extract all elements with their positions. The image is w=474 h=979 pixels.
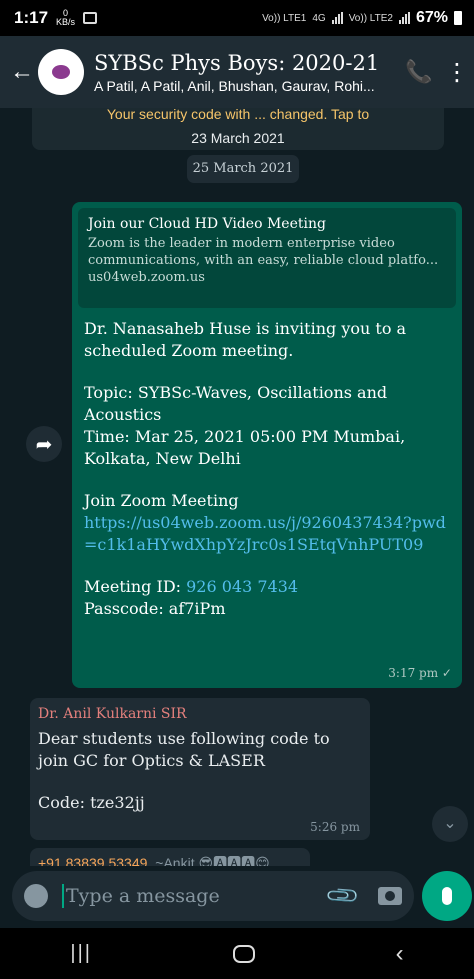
join-block: Join Zoom Meeting https://us04web.zoom.u… [84,490,450,556]
mic-button[interactable] [422,871,472,921]
battery-icon [454,11,462,25]
preview-title: Join our Cloud HD Video Meeting [88,216,326,232]
back-arrow-icon[interactable]: ← [10,58,36,86]
forward-icon[interactable]: ➦ [26,426,62,462]
incoming-text: Dear students use following code to join… [38,728,362,814]
outgoing-timestamp: 3:17 pm ✓ [388,666,452,680]
invite-line: Dr. Nanasaheb Huse is inviting you to a … [84,319,407,360]
security-notice-date: 23 March 2021 [191,130,285,146]
topic-line: Topic: SYBSc-Waves, Oscillations and Aco… [84,383,388,424]
nav-back-icon[interactable]: ‹ [396,940,404,968]
signal-icon-2 [398,12,410,24]
network-type: 4G [312,12,326,24]
battery-level: 67% [415,9,448,26]
meeting-id-value[interactable]: 926 043 7434 [186,577,298,596]
meeting-details: Meeting ID: 926 043 7434 Passcode: af7iP… [84,576,450,620]
security-notice-text: Your security code with ... changed. Tap… [106,108,370,122]
clock: 1:17 [14,8,49,27]
home-icon[interactable] [232,944,255,963]
signal-icon [331,12,343,24]
incoming-line-2: Code: tze32jj [38,793,145,812]
chat-header[interactable]: ← SYBSc Phys Boys: 2020-21 A Patil, A Pa… [0,36,474,108]
topic-time-lines: Topic: SYBSc-Waves, Oscillations and Aco… [84,382,450,470]
security-code-notice[interactable]: Your security code with ... changed. Tap… [32,108,444,150]
preview-url: us04web.zoom.us [88,270,205,285]
avatar-logo [52,65,70,79]
zoom-link[interactable]: https://us04web.zoom.us/j/9260437434?pwd… [84,513,446,554]
incoming-timestamp: 5:26 pm [310,820,360,834]
system-nav-bar: ||| ‹ [0,928,474,979]
meeting-id-label: Meeting ID: [84,577,187,596]
time-line: Time: Mar 25, 2021 05:00 PM Mumbai, Kolk… [84,427,406,468]
sender-name[interactable]: Dr. Anil Kulkarni SIR [38,706,362,722]
camera-icon[interactable] [378,887,402,905]
chat-title-block[interactable]: SYBSc Phys Boys: 2020-21 A Patil, A Pati… [94,51,398,94]
date-separator: 25 March 2021 [187,155,299,183]
status-right: Vo)) LTE1 4G Vo)) LTE2 67% [262,9,462,27]
outgoing-message[interactable]: Join our Cloud HD Video Meeting Zoom is … [72,202,462,688]
sim1-label: Vo)) LTE1 [262,12,307,24]
join-label: Join Zoom Meeting [84,491,239,510]
passcode-line: Passcode: af7iPm [84,599,226,618]
partial-sender-name: ~Ankit 😎🅰🅰🅰😊 [155,855,270,866]
text-cursor [62,884,64,908]
gallery-notification-icon [83,12,98,24]
group-members: A Patil, A Patil, Anil, Bhushan, Gaurav,… [94,77,375,94]
incoming-message[interactable]: Dr. Anil Kulkarni SIR Dear students use … [30,698,370,840]
more-options-icon[interactable]: ⋮ [440,58,474,87]
group-name: SYBSc Phys Boys: 2020-21 [94,50,380,75]
add-call-icon[interactable]: 📞 [398,59,440,85]
group-avatar[interactable] [38,49,84,95]
message-text: Dr. Nanasaheb Huse is inviting you to a … [78,308,456,620]
incoming-line-1: Dear students use following code to join… [38,729,330,770]
compose-bar: Type a message 📎 [0,866,474,928]
partial-message[interactable]: +91 83839 53349 ~Ankit 😎🅰🅰🅰😊 [30,848,310,866]
message-input-box[interactable]: Type a message 📎 [12,871,414,921]
link-preview[interactable]: Join our Cloud HD Video Meeting Zoom is … [78,208,456,308]
sim2-label: Vo)) LTE2 [348,12,393,24]
recent-apps-icon[interactable]: ||| [70,942,92,965]
emoji-icon[interactable] [24,884,48,908]
message-input[interactable]: Type a message [66,885,329,907]
status-bar: 1:17 0 KB/s Vo)) LTE1 4G Vo)) LTE2 67% [0,0,474,36]
preview-description-2: communications, with an easy, reliable c… [88,253,439,268]
partial-sender-number: +91 83839 53349 [38,855,148,866]
scroll-down-button[interactable]: ⌄ [432,806,468,842]
attach-icon[interactable]: 📎 [323,877,361,915]
message-list[interactable]: Your security code with ... changed. Tap… [0,108,474,866]
network-speed: 0 KB/s [56,8,76,27]
mic-icon [442,887,452,905]
preview-description-1: Zoom is the leader in modern enterprise … [88,236,395,251]
